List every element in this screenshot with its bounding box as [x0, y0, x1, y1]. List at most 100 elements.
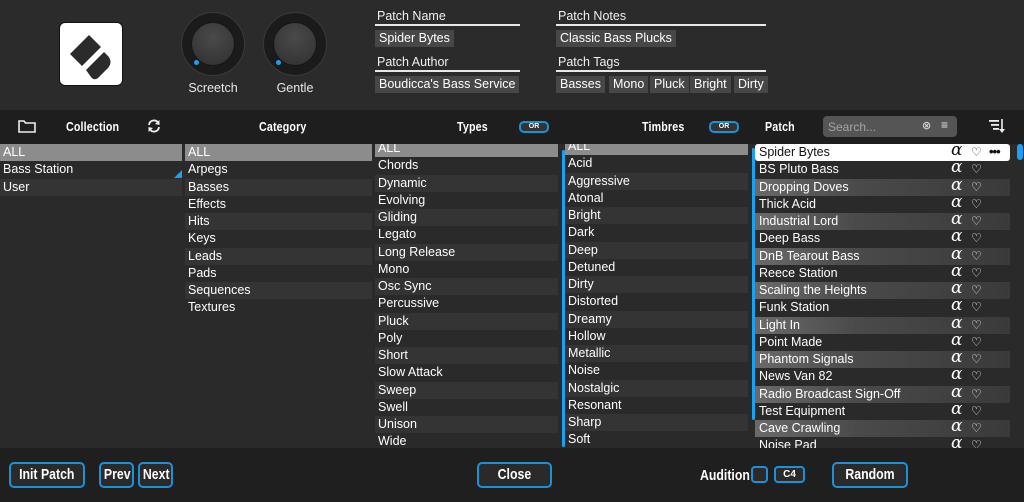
type-item[interactable]: Pluck — [375, 312, 558, 330]
more-options-icon[interactable]: ••• — [989, 144, 1001, 160]
timbre-item[interactable]: Aggressive — [565, 172, 748, 190]
patch-item[interactable]: Reece Station α ♡ — [755, 262, 1010, 282]
favorite-heart-icon[interactable]: ♡ — [971, 299, 982, 316]
type-item[interactable]: Mono — [375, 261, 558, 278]
type-item[interactable]: Long Release — [375, 243, 558, 261]
category-item[interactable]: ALL — [185, 144, 372, 162]
folder-icon[interactable] — [18, 119, 36, 138]
timbre-item[interactable]: Distorted — [565, 293, 748, 310]
patch-item[interactable]: Dropping Doves α ♡ — [755, 176, 1010, 196]
type-item[interactable]: Evolving — [375, 192, 558, 209]
patch-item[interactable]: Deep Bass α ♡ — [755, 228, 1010, 247]
types-or-toggle[interactable]: OR — [519, 121, 549, 133]
favorite-heart-icon[interactable]: ♡ — [971, 282, 982, 299]
patch-item[interactable]: Cave Crawling α ♡ — [755, 418, 1010, 438]
timbre-item[interactable]: Dreamy — [565, 310, 748, 328]
timbre-item[interactable]: Dirty — [565, 276, 748, 294]
patch-item[interactable]: Radio Broadcast Sign-Off α ♡ — [755, 383, 1010, 403]
audition-note-selector[interactable]: C4 — [774, 466, 805, 483]
favorite-heart-icon[interactable]: ♡ — [971, 317, 982, 334]
sort-icon[interactable] — [988, 118, 1006, 139]
type-item[interactable]: Percussive — [375, 295, 558, 312]
category-item[interactable]: Leads — [185, 247, 372, 265]
favorite-heart-icon[interactable]: ♡ — [971, 230, 982, 247]
type-item[interactable]: Gliding — [375, 209, 558, 227]
patch-item[interactable]: Thick Acid α ♡ — [755, 193, 1010, 213]
patch-item[interactable]: Scaling the Heights α ♡ — [755, 280, 1010, 300]
prev-button[interactable]: Prev — [99, 462, 134, 488]
category-item[interactable]: Textures — [185, 299, 372, 316]
patch-item[interactable]: Industrial Lord α ♡ — [755, 211, 1010, 231]
timbre-item[interactable]: Detuned — [565, 259, 748, 276]
type-item[interactable]: Unison — [375, 416, 558, 434]
timbre-item[interactable]: Sharp — [565, 414, 748, 432]
patch-notes-field[interactable]: Classic Bass Plucks — [556, 30, 676, 47]
category-item[interactable]: Sequences — [185, 282, 372, 300]
patch-item[interactable]: Noise Pad α ♡ — [755, 435, 1010, 448]
type-item[interactable]: Sweep — [375, 381, 558, 399]
category-item[interactable]: Pads — [185, 265, 372, 282]
type-item[interactable]: Short — [375, 347, 558, 365]
timbre-item[interactable]: Nostalgic — [565, 379, 748, 397]
search-input[interactable] — [828, 118, 920, 135]
favorite-heart-icon[interactable]: ♡ — [971, 351, 982, 368]
patch-item[interactable]: Point Made α ♡ — [755, 331, 1010, 351]
patch-item[interactable]: Funk Station α ♡ — [755, 297, 1010, 316]
timbre-item[interactable]: Metallic — [565, 345, 748, 363]
refresh-icon[interactable] — [146, 118, 162, 139]
timbre-item[interactable]: Hollow — [565, 328, 748, 345]
type-item[interactable]: Swell — [375, 399, 558, 416]
close-button[interactable]: Close — [477, 462, 552, 488]
type-item[interactable]: Osc Sync — [375, 278, 558, 296]
collection-item[interactable]: ALL — [0, 144, 182, 162]
timbres-or-toggle[interactable]: OR — [709, 121, 739, 133]
favorite-heart-icon[interactable]: ♡ — [971, 334, 982, 351]
audition-checkbox[interactable] — [751, 466, 768, 483]
favorite-heart-icon[interactable]: ♡ — [971, 368, 982, 385]
type-item[interactable]: Dynamic — [375, 174, 558, 192]
type-item[interactable]: Legato — [375, 226, 558, 243]
patch-author-field[interactable]: Boudicca's Bass Service — [375, 76, 520, 93]
collection-item[interactable]: Bass Station — [0, 161, 182, 178]
timbre-item[interactable]: Dark — [565, 224, 748, 241]
patch-item[interactable]: Light In α ♡ — [755, 314, 1010, 334]
favorite-heart-icon[interactable]: ♡ — [971, 248, 982, 265]
timbre-item[interactable]: Resonant — [565, 397, 748, 414]
favorite-heart-icon[interactable]: ♡ — [971, 437, 982, 448]
favorite-heart-icon[interactable]: ♡ — [971, 420, 982, 437]
category-item[interactable]: Effects — [185, 196, 372, 213]
gentle-knob[interactable] — [263, 12, 327, 76]
favorite-heart-icon[interactable]: ♡ — [971, 144, 982, 161]
screetch-knob[interactable] — [181, 12, 245, 76]
patch-item[interactable]: Spider Bytes α ♡ ••• — [755, 144, 1010, 162]
type-item[interactable]: Wide — [375, 433, 558, 448]
patch-item[interactable]: Test Equipment α ♡ — [755, 400, 1010, 420]
timbre-item[interactable]: Noise — [565, 362, 748, 379]
patch-scroll-thumb[interactable] — [1017, 144, 1023, 160]
timbre-item[interactable]: Acid — [565, 155, 748, 172]
timbre-item[interactable]: ALL — [565, 144, 748, 156]
favorite-heart-icon[interactable]: ♡ — [971, 386, 982, 403]
timbre-item[interactable]: Bright — [565, 207, 748, 225]
timbre-item[interactable]: Deep — [565, 241, 748, 259]
patch-item[interactable]: BS Pluto Bass α ♡ — [755, 159, 1010, 178]
patch-name-field[interactable]: Spider Bytes — [375, 30, 454, 47]
collection-item[interactable]: User — [0, 178, 182, 196]
category-item[interactable]: Keys — [185, 230, 372, 247]
menu-icon[interactable]: ≡ — [941, 118, 948, 132]
type-item[interactable]: Poly — [375, 330, 558, 347]
favorite-heart-icon[interactable]: ♡ — [971, 179, 982, 196]
category-item[interactable]: Arpegs — [185, 161, 372, 178]
clear-search-icon[interactable]: ⊗ — [922, 119, 931, 132]
favorite-heart-icon[interactable]: ♡ — [971, 161, 982, 178]
patch-item[interactable]: News Van 82 α ♡ — [755, 366, 1010, 385]
timbre-item[interactable]: Soft — [565, 431, 748, 448]
favorite-heart-icon[interactable]: ♡ — [971, 265, 982, 282]
favorite-heart-icon[interactable]: ♡ — [971, 213, 982, 230]
type-item[interactable]: Slow Attack — [375, 364, 558, 381]
favorite-heart-icon[interactable]: ♡ — [971, 403, 982, 420]
timbre-item[interactable]: Atonal — [565, 190, 748, 207]
patch-item[interactable]: DnB Tearout Bass α ♡ — [755, 245, 1010, 265]
category-item[interactable]: Hits — [185, 213, 372, 231]
patch-item[interactable]: Phantom Signals α ♡ — [755, 349, 1010, 369]
